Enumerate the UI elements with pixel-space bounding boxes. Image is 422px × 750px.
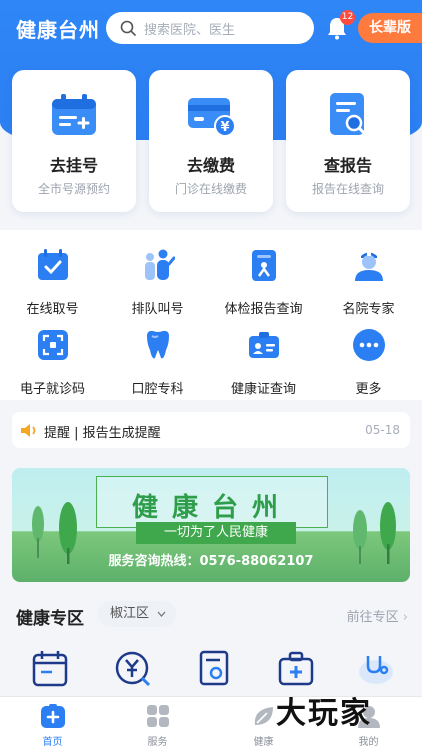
search-icon bbox=[120, 20, 136, 36]
banner-slogan: 一切为了人民健康 bbox=[136, 522, 296, 544]
service-label: 电子就诊码 bbox=[19, 382, 85, 397]
notice-text: 提醒 | 报告生成提醒 bbox=[44, 426, 161, 441]
banner-title: 健康台州 bbox=[131, 493, 292, 523]
zone-more-label: 前往专区 bbox=[346, 610, 399, 625]
speaker-icon bbox=[21, 424, 36, 437]
zone-area-select[interactable]: 椒江区 bbox=[98, 601, 176, 627]
health-banner[interactable]: 健康台州 一切为了人民健康 服务咨询热线：0576-88062107 bbox=[12, 468, 410, 582]
service-more[interactable]: 更多 bbox=[316, 318, 421, 398]
tab-services[interactable]: 服务 bbox=[105, 697, 210, 750]
service-label: 在线取号 bbox=[26, 302, 79, 317]
banner-hotline: 服务咨询热线：0576-88062107 bbox=[108, 554, 314, 569]
report-search-icon bbox=[330, 93, 367, 136]
zone-yuan-icon[interactable] bbox=[112, 648, 152, 688]
tab-label: 我的 bbox=[358, 737, 379, 748]
service-label: 更多 bbox=[355, 382, 382, 397]
leaf-icon bbox=[254, 707, 273, 725]
checkup-report-icon bbox=[252, 250, 276, 281]
grid-icon bbox=[147, 705, 169, 727]
chevron-right-icon: › bbox=[402, 610, 408, 625]
more-dots-icon bbox=[353, 329, 385, 361]
service-online-ticket[interactable]: 在线取号 bbox=[0, 238, 105, 318]
service-queue[interactable]: 排队叫号 bbox=[105, 238, 210, 318]
service-e-code[interactable]: 电子就诊码 bbox=[0, 318, 105, 398]
qr-scan-icon bbox=[38, 330, 68, 360]
card-yuan-icon: ¥ bbox=[188, 98, 236, 137]
service-grid: 在线取号 排队叫号 体检报告查询 名院专家 电子就诊码 口腔专科 健康证查询 更… bbox=[0, 230, 422, 400]
zone-more-link[interactable]: 前往专区 › bbox=[347, 606, 408, 625]
tab-label: 服务 bbox=[147, 737, 168, 748]
svg-text:¥: ¥ bbox=[220, 120, 229, 135]
tab-label: 首页 bbox=[42, 737, 63, 748]
zone-stethoscope-icon[interactable] bbox=[356, 648, 396, 688]
top-bar: 健康台州 搜索医院、医生 12 长辈版 bbox=[0, 0, 422, 56]
zone-report-icon[interactable] bbox=[194, 648, 234, 688]
doctor-icon bbox=[355, 251, 383, 281]
banner-title-box: 健康台州 bbox=[96, 476, 328, 528]
app-title: 健康台州 bbox=[16, 18, 100, 42]
report-title: 查报告 bbox=[323, 156, 372, 175]
notice-bar[interactable]: 提醒 | 报告生成提醒 05-18 bbox=[12, 412, 410, 448]
calendar-add-icon bbox=[52, 94, 96, 135]
search-placeholder: 搜索医院、医生 bbox=[144, 23, 236, 38]
zone-medkit-icon[interactable] bbox=[276, 648, 316, 688]
id-card-icon bbox=[249, 332, 279, 358]
notification-badge: 12 bbox=[340, 10, 355, 25]
tab-label: 健康 bbox=[253, 737, 274, 748]
service-label: 体检报告查询 bbox=[224, 302, 303, 317]
home-icon bbox=[41, 704, 65, 728]
zone-title: 健康专区 bbox=[16, 609, 84, 629]
tooth-icon bbox=[147, 330, 169, 359]
watermark-text: 大玩家 bbox=[276, 696, 372, 731]
chevron-down-icon bbox=[157, 611, 166, 617]
zone-calendar-icon[interactable] bbox=[30, 648, 70, 688]
service-label: 健康证查询 bbox=[230, 382, 296, 397]
report-card[interactable]: 查报告 报告在线查询 bbox=[286, 70, 410, 212]
search-input[interactable]: 搜索医院、医生 bbox=[106, 12, 314, 44]
service-expert[interactable]: 名院专家 bbox=[316, 238, 421, 318]
register-card[interactable]: 去挂号 全市号源预约 bbox=[12, 70, 136, 212]
service-health-cert[interactable]: 健康证查询 bbox=[211, 318, 316, 398]
service-dental[interactable]: 口腔专科 bbox=[105, 318, 210, 398]
payment-title: 去缴费 bbox=[186, 156, 235, 175]
payment-subtitle: 门诊在线缴费 bbox=[174, 182, 247, 196]
queue-people-icon bbox=[145, 249, 175, 280]
calendar-check-icon bbox=[38, 249, 68, 280]
register-subtitle: 全市号源预约 bbox=[37, 182, 110, 196]
zone-area-label: 椒江区 bbox=[110, 606, 150, 621]
service-label: 名院专家 bbox=[342, 302, 395, 317]
service-label: 排队叫号 bbox=[131, 302, 184, 317]
notice-date: 05-18 bbox=[365, 423, 400, 437]
payment-card[interactable]: ¥ 去缴费 门诊在线缴费 bbox=[149, 70, 273, 212]
elder-mode-button[interactable]: 长辈版 bbox=[358, 13, 422, 43]
service-label: 口腔专科 bbox=[131, 382, 184, 397]
register-title: 去挂号 bbox=[49, 156, 98, 175]
tab-home[interactable]: 首页 bbox=[0, 697, 105, 750]
service-checkup-report[interactable]: 体检报告查询 bbox=[211, 238, 316, 318]
report-subtitle: 报告在线查询 bbox=[311, 182, 384, 196]
